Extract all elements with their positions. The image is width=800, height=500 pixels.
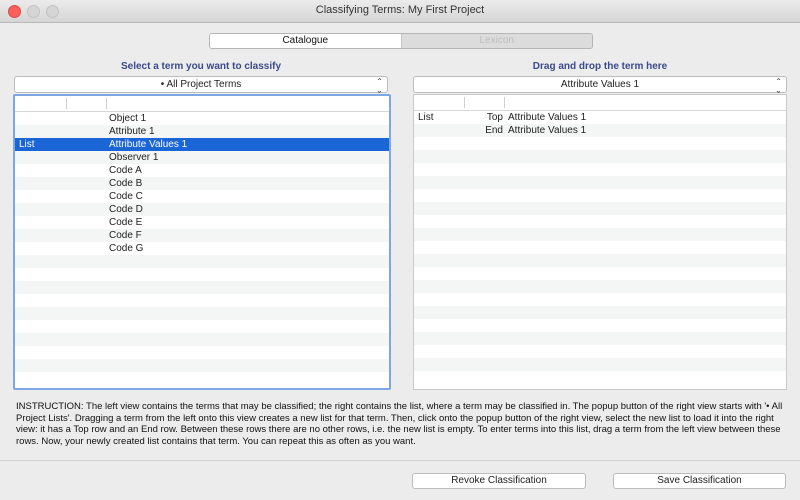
row-term-cell: Attribute Values 1 [109,139,188,150]
table-row[interactable]: Code F [15,229,389,242]
table-row[interactable] [414,358,786,371]
classification-table-body: List Top Attribute Values 1 End Attribute Va… [414,111,786,384]
table-row[interactable]: List Top Attribute Values 1 [414,111,786,124]
terms-table[interactable]: Object 1 Attribute 1 List Attribute Values … [13,94,391,390]
table-row[interactable]: Code D [15,203,389,216]
window-title: Classifying Terms: My First Project [315,4,485,16]
row-term-cell: Code E [109,217,143,228]
row-position-cell: Top [486,112,503,123]
table-row[interactable] [15,333,389,346]
row-term-cell: Attribute Values 1 [508,112,587,123]
right-pane-heading: Drag and drop the term here [532,61,668,72]
table-row[interactable] [414,137,786,150]
row-term-cell: Code F [109,230,142,241]
tab-catalogue[interactable]: Catalogue [210,34,402,48]
popup-updown-icon: ⌃ ⌃ [376,77,383,95]
table-row[interactable]: Code A [15,164,389,177]
table-row[interactable] [414,319,786,332]
classification-table[interactable]: List Top Attribute Values 1 End Attribute Va… [413,94,787,390]
view-segmented-control: Catalogue Lexicon [209,33,593,49]
title-bar: Classifying Terms: My First Project [0,0,800,23]
table-row[interactable]: Attribute 1 [15,125,389,138]
row-type-cell: List [418,112,434,123]
row-term-cell: Code G [109,243,144,254]
terms-table-body: Object 1 Attribute 1 List Attribute Values … [15,112,389,385]
table-row[interactable] [15,307,389,320]
tab-lexicon[interactable]: Lexicon [401,34,592,48]
column-separator[interactable] [106,98,107,109]
table-row[interactable] [414,371,786,384]
row-term-cell: Code C [109,191,143,202]
classification-table-header [414,95,786,111]
popup-updown-icon: ⌃ ⌃ [775,77,782,95]
left-pane-heading: Select a term you want to classify [120,61,282,72]
table-row[interactable] [414,306,786,319]
table-row[interactable] [15,294,389,307]
row-term-cell: Code A [109,165,142,176]
row-term-cell: Attribute Values 1 [508,125,587,136]
term-filter-value: • All Project Terms [160,79,242,90]
row-type-cell: List [19,139,35,150]
list-select-value: Attribute Values 1 [560,79,640,90]
table-row[interactable] [15,268,389,281]
table-row[interactable]: Code C [15,190,389,203]
table-row[interactable] [414,202,786,215]
revoke-classification-button[interactable]: Revoke Classification [412,473,586,489]
column-separator[interactable] [504,97,505,108]
table-row[interactable] [15,372,389,385]
table-row[interactable]: Code E [15,216,389,229]
table-row[interactable]: End Attribute Values 1 [414,124,786,137]
list-select-popup[interactable]: Attribute Values 1 ⌃ ⌃ [413,76,787,95]
table-row[interactable] [15,346,389,359]
row-term-cell: Code B [109,178,143,189]
table-row[interactable] [414,293,786,306]
column-separator[interactable] [66,98,67,109]
table-row[interactable]: Observer 1 [15,151,389,164]
table-row[interactable] [414,176,786,189]
table-row[interactable] [414,267,786,280]
table-row[interactable]: Code B [15,177,389,190]
table-row[interactable] [414,189,786,202]
column-separator[interactable] [464,97,465,108]
table-row[interactable] [15,320,389,333]
term-filter-popup[interactable]: • All Project Terms ⌃ ⌃ [14,76,388,95]
table-row[interactable]: Object 1 [15,112,389,125]
table-row[interactable]: Code G [15,242,389,255]
table-row[interactable] [414,228,786,241]
table-row[interactable] [414,345,786,358]
table-row[interactable] [414,254,786,267]
table-row[interactable] [15,281,389,294]
table-row[interactable] [414,280,786,293]
table-row[interactable] [414,150,786,163]
terms-table-header [15,96,389,112]
row-position-cell: End [485,125,503,136]
instruction-text: INSTRUCTION: The left view contains the … [16,401,783,447]
row-term-cell: Observer 1 [109,152,159,163]
row-term-cell: Attribute 1 [109,126,155,137]
row-term-cell: Code D [109,204,143,215]
footer-divider [0,460,800,461]
table-row[interactable] [414,241,786,254]
table-row[interactable] [15,255,389,268]
table-row[interactable] [414,163,786,176]
table-row[interactable] [414,332,786,345]
table-row[interactable]: List Attribute Values 1 [15,138,389,151]
save-classification-button[interactable]: Save Classification [613,473,786,489]
table-row[interactable] [15,359,389,372]
table-row[interactable] [414,215,786,228]
row-term-cell: Object 1 [109,113,147,124]
